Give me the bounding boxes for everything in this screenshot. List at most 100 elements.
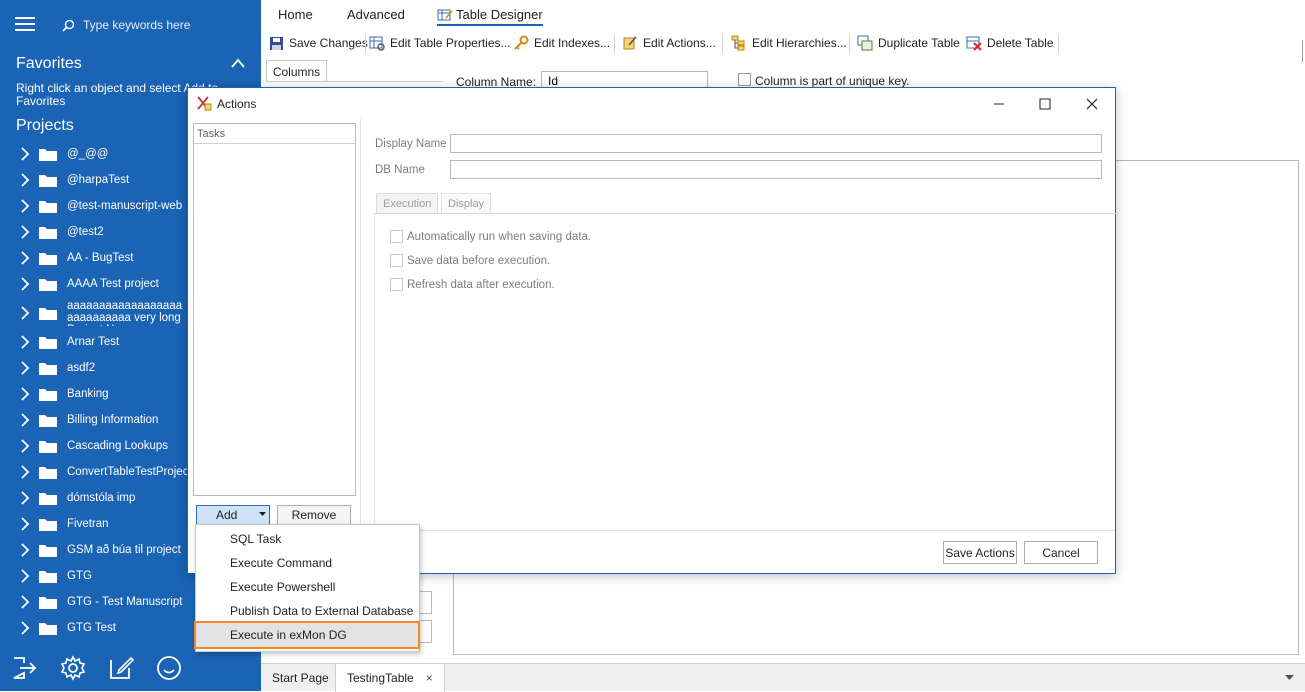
tab-start-page[interactable]: Start Page xyxy=(261,664,340,692)
project-label: Banking xyxy=(67,388,109,400)
menu-item-execute-command[interactable]: Execute Command xyxy=(196,551,419,575)
chevron-right-icon[interactable] xyxy=(20,361,30,375)
minimize-icon xyxy=(994,103,1004,104)
folder-icon xyxy=(39,623,57,635)
folder-icon xyxy=(39,415,57,427)
chevron-right-icon[interactable] xyxy=(20,543,30,557)
hamburger-menu-icon[interactable] xyxy=(15,17,35,31)
project-label: Cascading Lookups xyxy=(67,440,169,452)
unique-key-checkbox[interactable] xyxy=(738,73,751,86)
tasks-list[interactable]: Tasks xyxy=(193,123,356,496)
refresh-after-checkbox-row[interactable]: Refresh data after execution. xyxy=(390,278,555,291)
dialog-title: Actions xyxy=(217,97,257,111)
chevron-right-icon[interactable] xyxy=(20,517,30,531)
chevron-up-icon[interactable] xyxy=(230,57,246,69)
menu-item-execute-powershell[interactable]: Execute Powershell xyxy=(196,575,419,599)
project-label: @_@@ xyxy=(67,148,109,160)
chevron-right-icon[interactable] xyxy=(20,595,30,609)
minimize-button[interactable] xyxy=(976,88,1022,119)
favorites-title: Favorites xyxy=(16,55,82,72)
db-name-label: DB Name xyxy=(375,164,425,176)
add-button-label: Add xyxy=(216,508,238,522)
chevron-right-icon[interactable] xyxy=(20,387,30,401)
display-name-field[interactable] xyxy=(450,134,1102,153)
chevron-right-icon[interactable] xyxy=(20,621,30,635)
edit-hierarchies-button[interactable]: Edit Hierarchies... xyxy=(731,34,847,52)
sign-out-icon[interactable] xyxy=(10,654,38,682)
edit-actions-label: Edit Actions... xyxy=(643,36,716,50)
tab-table-designer[interactable]: Table Designer xyxy=(437,7,543,26)
folder-icon xyxy=(39,363,57,375)
folder-icon xyxy=(39,467,57,479)
chevron-right-icon[interactable] xyxy=(20,306,30,320)
project-label: aaaaaaaaaaaaaaaaaaaaaaaaaaaa very long P… xyxy=(67,300,183,326)
toolbar-separator xyxy=(365,34,366,54)
project-label: Fivetran xyxy=(67,518,109,530)
maximize-button[interactable] xyxy=(1022,88,1068,119)
menu-item-publish-external-db[interactable]: Publish Data to External Database xyxy=(196,599,419,623)
chevron-right-icon[interactable] xyxy=(20,439,30,453)
chevron-right-icon[interactable] xyxy=(20,225,30,239)
tab-columns[interactable]: Columns xyxy=(266,60,327,82)
smiley-icon[interactable] xyxy=(155,654,183,682)
close-tab-icon[interactable]: × xyxy=(426,671,433,685)
search-input[interactable] xyxy=(81,17,251,33)
folder-icon xyxy=(39,389,57,401)
cancel-button[interactable]: Cancel xyxy=(1024,541,1098,564)
toolbar-separator xyxy=(722,34,723,54)
gear-icon[interactable] xyxy=(59,654,87,682)
chevron-right-icon[interactable] xyxy=(20,465,30,479)
folder-icon xyxy=(39,227,57,239)
tab-start-page-label: Start Page xyxy=(272,671,329,685)
refresh-after-checkbox[interactable] xyxy=(390,278,403,291)
chevron-right-icon[interactable] xyxy=(20,173,30,187)
actions-icon xyxy=(623,36,637,50)
close-button[interactable] xyxy=(1069,88,1115,119)
chevron-right-icon[interactable] xyxy=(20,251,30,265)
tab-execution[interactable]: Execution xyxy=(376,193,439,213)
save-before-checkbox[interactable] xyxy=(390,254,403,267)
chevron-right-icon[interactable] xyxy=(20,335,30,349)
save-actions-button[interactable]: Save Actions xyxy=(943,541,1017,564)
tab-testing-table[interactable]: TestingTable × xyxy=(335,664,445,692)
chevron-right-icon[interactable] xyxy=(20,199,30,213)
menu-item-sql-task[interactable]: SQL Task xyxy=(196,527,419,551)
folder-icon xyxy=(39,308,57,320)
project-label: @harpaTest xyxy=(67,174,130,186)
table-designer-icon xyxy=(437,9,453,20)
db-name-field[interactable] xyxy=(450,160,1102,179)
auto-run-checkbox-row[interactable]: Automatically run when saving data. xyxy=(390,230,591,243)
edit-table-properties-button[interactable]: Edit Table Properties... xyxy=(369,34,511,52)
chevron-right-icon[interactable] xyxy=(20,413,30,427)
tab-advanced[interactable]: Advanced xyxy=(347,7,405,22)
project-label: GTG xyxy=(67,570,92,582)
save-before-checkbox-row[interactable]: Save data before execution. xyxy=(390,254,550,267)
edit-icon[interactable] xyxy=(107,654,135,682)
chevron-right-icon[interactable] xyxy=(20,569,30,583)
footer-divider xyxy=(360,530,1115,531)
tab-display[interactable]: Display xyxy=(441,193,492,213)
edit-indexes-button[interactable]: Edit Indexes... xyxy=(513,34,610,52)
delete-table-button[interactable]: Delete Table xyxy=(966,34,1054,52)
duplicate-table-button[interactable]: Duplicate Table xyxy=(857,34,960,52)
add-button[interactable]: Add xyxy=(196,505,270,525)
edit-actions-button[interactable]: Edit Actions... xyxy=(622,34,716,52)
chevron-right-icon[interactable] xyxy=(20,147,30,161)
auto-run-checkbox[interactable] xyxy=(390,230,403,243)
tab-home[interactable]: Home xyxy=(278,7,313,22)
project-label: Arnar Test xyxy=(67,336,120,348)
toolbar-separator xyxy=(1058,34,1059,54)
save-changes-button[interactable]: Save Changes xyxy=(269,34,368,52)
project-label: GSM að búa til project xyxy=(67,544,181,556)
sidebar-search[interactable] xyxy=(62,16,252,34)
tabs-dropdown-icon[interactable] xyxy=(1285,675,1294,681)
project-label: @test-manuscript-web xyxy=(67,200,183,212)
project-label: dómstóla imp xyxy=(67,492,136,504)
chevron-right-icon[interactable] xyxy=(20,491,30,505)
folder-icon xyxy=(39,597,57,609)
chevron-right-icon[interactable] xyxy=(20,277,30,291)
chevron-down-icon xyxy=(259,512,266,516)
actions-dialog: Actions Tasks Add Remove Display Name DB… xyxy=(187,87,1116,574)
menu-item-execute-exmon-dg[interactable]: Execute in exMon DG xyxy=(194,621,420,649)
remove-button[interactable]: Remove xyxy=(277,505,351,525)
